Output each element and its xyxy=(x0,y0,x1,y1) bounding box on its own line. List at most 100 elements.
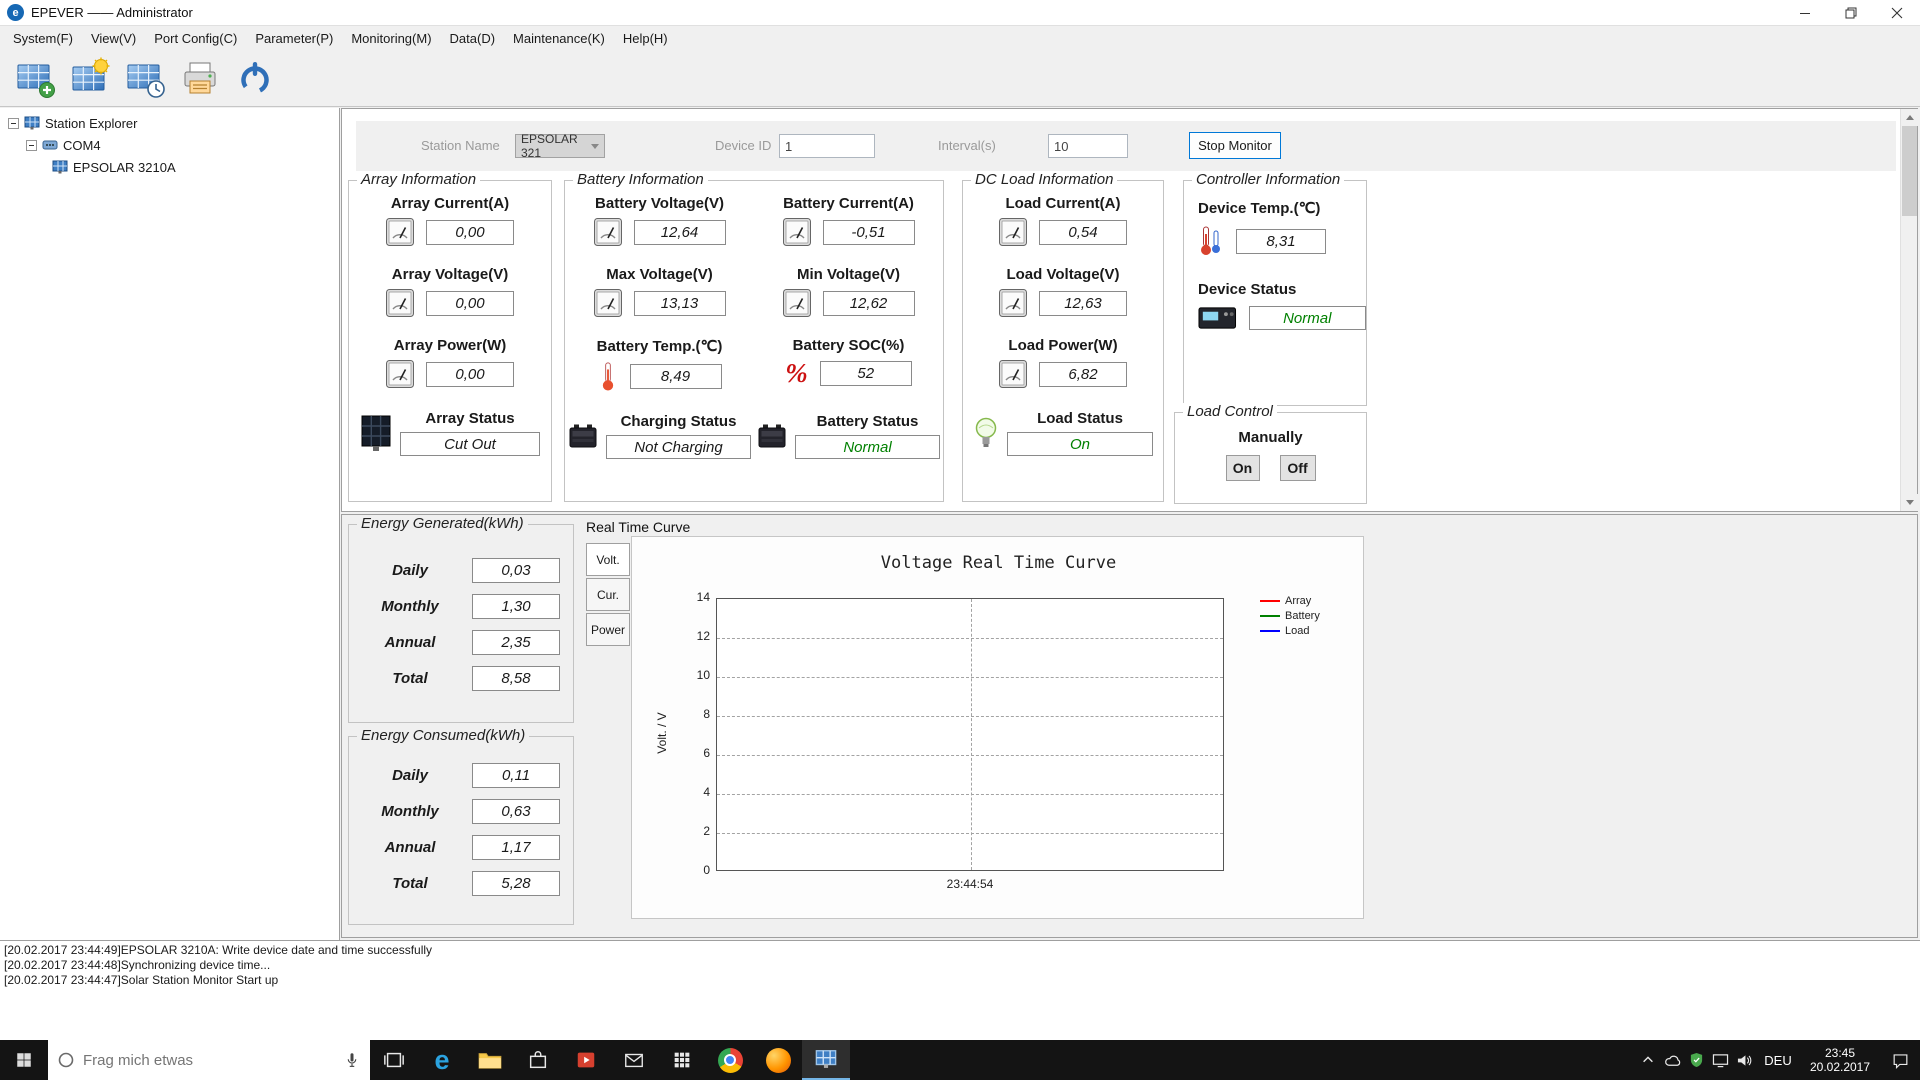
device-temp-value: 8,31 xyxy=(1236,229,1326,254)
scroll-down-button[interactable] xyxy=(1901,494,1918,511)
tree-item-epsolar-3210a[interactable]: EPSOLAR 3210A xyxy=(0,156,339,178)
start-button[interactable] xyxy=(0,1040,48,1080)
voltage-chart: Voltage Real Time Curve Volt. / V 14 12 … xyxy=(631,536,1364,919)
gridline xyxy=(717,638,1223,639)
gauge-icon xyxy=(783,218,811,246)
tab-volt[interactable]: Volt. xyxy=(586,543,630,576)
microphone-icon[interactable] xyxy=(343,1051,361,1069)
tab-cur[interactable]: Cur. xyxy=(586,578,630,611)
language-indicator[interactable]: DEU xyxy=(1756,1053,1800,1068)
firefox-icon xyxy=(766,1048,791,1073)
scrollbar-thumb[interactable] xyxy=(1902,126,1917,216)
lamp-icon xyxy=(973,415,999,451)
tray-expand-button[interactable] xyxy=(1636,1040,1660,1080)
load-off-button[interactable]: Off xyxy=(1280,455,1316,481)
tray-cloud-button[interactable] xyxy=(1660,1040,1684,1080)
search-input[interactable] xyxy=(83,1052,335,1069)
load-on-button[interactable]: On xyxy=(1226,455,1260,481)
taskbar-search[interactable] xyxy=(48,1040,370,1080)
station-time-button[interactable] xyxy=(122,55,168,101)
tree-item-station-explorer[interactable]: Station Explorer xyxy=(0,112,339,134)
volume-icon xyxy=(1736,1053,1753,1068)
bottom-panel: Energy Generated(kWh) Daily 0,03 Monthly… xyxy=(341,514,1918,938)
edge-icon: e xyxy=(434,1047,449,1074)
collapse-icon[interactable] xyxy=(8,118,19,129)
store-icon xyxy=(527,1049,549,1071)
chart-legend: Array Battery Load xyxy=(1260,595,1320,637)
thermometer-icon xyxy=(598,361,618,391)
station-name-dropdown[interactable]: EPSOLAR 321 xyxy=(515,134,605,158)
taskbar-clock[interactable]: 23:45 20.02.2017 xyxy=(1800,1046,1880,1074)
menu-help[interactable]: Help(H) xyxy=(614,26,677,50)
array-voltage-value: 0,00 xyxy=(426,291,514,316)
energy-row: Annual 1,17 xyxy=(349,835,573,860)
battery-icon xyxy=(568,423,598,449)
energy-row: Annual 2,35 xyxy=(349,630,573,655)
mail-app-button[interactable] xyxy=(610,1040,658,1080)
gauge-icon xyxy=(999,360,1027,388)
monitor-scrollbar[interactable] xyxy=(1900,109,1917,511)
collapse-icon[interactable] xyxy=(26,140,37,151)
gridline xyxy=(717,794,1223,795)
energy-row: Monthly 0,63 xyxy=(349,799,573,824)
device-icon xyxy=(52,160,68,174)
interval-label: Interval(s) xyxy=(938,138,996,153)
battery-information-group: Battery Information Battery Voltage(V) 1… xyxy=(564,180,944,502)
menu-maintenance[interactable]: Maintenance(K) xyxy=(504,26,614,50)
task-view-icon xyxy=(383,1049,405,1071)
edge-button[interactable]: e xyxy=(418,1040,466,1080)
triangle-down-icon xyxy=(1906,500,1914,505)
menu-port-config[interactable]: Port Config(C) xyxy=(145,26,246,50)
tab-power[interactable]: Power xyxy=(586,613,630,646)
energy-row: Total 8,58 xyxy=(349,666,573,691)
menu-monitoring[interactable]: Monitoring(M) xyxy=(342,26,440,50)
epever-app-button[interactable] xyxy=(802,1040,850,1080)
charging-status-cell: Charging Status Not Charging xyxy=(565,413,754,459)
movies-app-button[interactable] xyxy=(562,1040,610,1080)
interval-input[interactable] xyxy=(1048,134,1128,158)
app-grid-button[interactable] xyxy=(658,1040,706,1080)
tray-defender-button[interactable] xyxy=(1684,1040,1708,1080)
file-explorer-button[interactable] xyxy=(466,1040,514,1080)
device-temp-label: Device Temp.(℃) xyxy=(1198,199,1366,217)
battery-temp-metric: Battery Temp.(℃) 8,49 xyxy=(565,337,754,391)
energy-row: Total 5,28 xyxy=(349,871,573,896)
action-center-button[interactable] xyxy=(1880,1040,1920,1080)
config-bar: Station Name EPSOLAR 321 Device ID Inter… xyxy=(356,121,1896,171)
menu-view[interactable]: View(V) xyxy=(82,26,145,50)
load-current-value: 0,54 xyxy=(1039,220,1127,245)
gridline xyxy=(717,677,1223,678)
close-button[interactable] xyxy=(1874,0,1920,25)
power-button[interactable] xyxy=(232,55,278,101)
print-button[interactable] xyxy=(177,55,223,101)
menu-parameter[interactable]: Parameter(P) xyxy=(246,26,342,50)
group-title: Load Control xyxy=(1183,403,1277,420)
tray-display-button[interactable] xyxy=(1708,1040,1732,1080)
task-view-button[interactable] xyxy=(370,1040,418,1080)
device-id-input[interactable] xyxy=(779,134,875,158)
scroll-up-button[interactable] xyxy=(1901,109,1918,126)
menu-data[interactable]: Data(D) xyxy=(441,26,505,50)
chrome-button[interactable] xyxy=(706,1040,754,1080)
restore-button[interactable] xyxy=(1828,0,1874,25)
firefox-button[interactable] xyxy=(754,1040,802,1080)
add-station-button[interactable] xyxy=(12,55,58,101)
file-explorer-icon xyxy=(478,1050,502,1070)
tree-item-com4[interactable]: COM4 xyxy=(0,134,339,156)
dc-load-information-group: DC Load Information Load Current(A) 0,54… xyxy=(962,180,1164,502)
gridline xyxy=(717,833,1223,834)
minimize-button[interactable] xyxy=(1782,0,1828,25)
charging-status-value: Not Charging xyxy=(606,435,751,459)
legend-entry: Load xyxy=(1260,625,1320,637)
station-monitor-button[interactable] xyxy=(67,55,113,101)
minimize-icon xyxy=(1799,7,1811,19)
stop-monitor-button[interactable]: Stop Monitor xyxy=(1189,132,1281,159)
window-controls xyxy=(1782,0,1920,25)
percent-icon: % xyxy=(785,360,808,387)
clock-date: 20.02.2017 xyxy=(1800,1060,1880,1074)
cloud-icon xyxy=(1664,1052,1681,1069)
tray-volume-button[interactable] xyxy=(1732,1040,1756,1080)
group-title: Controller Information xyxy=(1192,171,1344,188)
store-button[interactable] xyxy=(514,1040,562,1080)
menu-system[interactable]: System(F) xyxy=(4,26,82,50)
